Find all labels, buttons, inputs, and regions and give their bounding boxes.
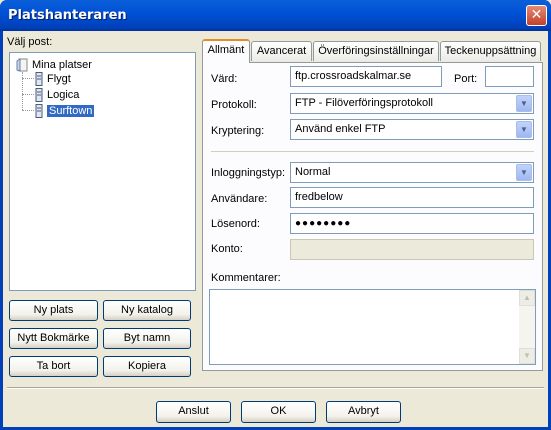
comments-label: Kommentarer:: [211, 272, 281, 284]
footer-separator: [7, 387, 544, 389]
account-label: Konto:: [211, 243, 243, 255]
site-manager-window: Platshanteraren ✕ Välj post: Mina platse…: [0, 0, 551, 430]
port-field[interactable]: [485, 66, 534, 87]
tree-item-surftown[interactable]: Surftown: [34, 104, 95, 118]
scroll-up-icon[interactable]: ▲: [519, 290, 535, 306]
title-bar[interactable]: Platshanteraren ✕: [0, 0, 551, 31]
tree-item-my-sites[interactable]: Mina platser: [16, 58, 92, 72]
dialog-client-area: Välj post: Mina platser Flygt Logica Sur…: [3, 31, 548, 427]
tree-connector: [22, 94, 34, 95]
protocol-select[interactable]: FTP - Filöverföringsprotokoll ▼: [290, 93, 534, 114]
tree-item-flygt[interactable]: Flygt: [34, 72, 71, 86]
tree-item-label: Logica: [47, 89, 80, 101]
logon-type-label: Inloggningstyp:: [211, 167, 285, 179]
encryption-label: Kryptering:: [211, 125, 265, 137]
server-icon: [34, 104, 44, 122]
comments-textarea[interactable]: ▲ ▼: [209, 289, 536, 365]
new-bookmark-button[interactable]: Nytt Bokmärke: [9, 328, 98, 349]
window-title: Platshanteraren: [8, 8, 127, 23]
ok-button[interactable]: OK: [241, 401, 316, 423]
chevron-down-icon[interactable]: ▼: [516, 121, 532, 138]
password-field[interactable]: ●●●●●●●●: [290, 213, 534, 234]
chevron-down-icon[interactable]: ▼: [516, 95, 532, 112]
comments-scrollbar[interactable]: ▲ ▼: [519, 290, 535, 364]
close-button[interactable]: ✕: [526, 5, 547, 26]
tree-item-logica[interactable]: Logica: [34, 88, 79, 102]
tree-item-label: Surftown: [47, 105, 95, 117]
logon-type-select-value: Normal: [295, 166, 331, 178]
chevron-down-icon[interactable]: ▼: [516, 164, 532, 181]
select-entry-label: Välj post:: [7, 36, 53, 48]
copy-button[interactable]: Kopiera: [103, 356, 191, 377]
user-label: Användare:: [211, 193, 268, 205]
cancel-button[interactable]: Avbryt: [326, 401, 401, 423]
section-divider: [211, 151, 534, 152]
connect-button[interactable]: Anslut: [156, 401, 231, 423]
new-folder-button[interactable]: Ny katalog: [103, 300, 191, 321]
logon-type-select[interactable]: Normal ▼: [290, 162, 534, 183]
protocol-label: Protokoll:: [211, 99, 257, 111]
tab-advanced[interactable]: Avancerat: [251, 41, 312, 61]
tab-transfer-settings[interactable]: Överföringsinställningar: [313, 41, 439, 61]
user-field[interactable]: fredbelow: [290, 187, 534, 208]
scroll-down-icon[interactable]: ▼: [519, 348, 535, 364]
rename-button[interactable]: Byt namn: [103, 328, 191, 349]
host-field[interactable]: ftp.crossroadskalmar.se: [290, 66, 442, 87]
tab-general[interactable]: Allmänt: [202, 39, 250, 63]
protocol-select-value: FTP - Filöverföringsprotokoll: [295, 97, 433, 109]
tree-item-label: Mina platser: [32, 59, 92, 71]
encryption-select-value: Använd enkel FTP: [295, 123, 386, 135]
tab-panel-general: Värd: ftp.crossroadskalmar.se Port: Prot…: [202, 62, 543, 371]
tree-connector: [22, 110, 34, 111]
host-label: Värd:: [211, 73, 238, 85]
tree-connector: [22, 78, 34, 79]
tree-item-label: Flygt: [47, 73, 71, 85]
tab-charset[interactable]: Teckenuppsättning: [440, 41, 541, 61]
site-tree[interactable]: Mina platser Flygt Logica Surftown: [9, 52, 196, 291]
password-label: Lösenord:: [211, 218, 260, 230]
new-site-button[interactable]: Ny plats: [9, 300, 98, 321]
close-icon: ✕: [530, 7, 543, 23]
encryption-select[interactable]: Använd enkel FTP ▼: [290, 119, 534, 140]
delete-button[interactable]: Ta bort: [9, 356, 98, 377]
account-field: [290, 239, 534, 260]
port-label: Port:: [454, 73, 478, 85]
